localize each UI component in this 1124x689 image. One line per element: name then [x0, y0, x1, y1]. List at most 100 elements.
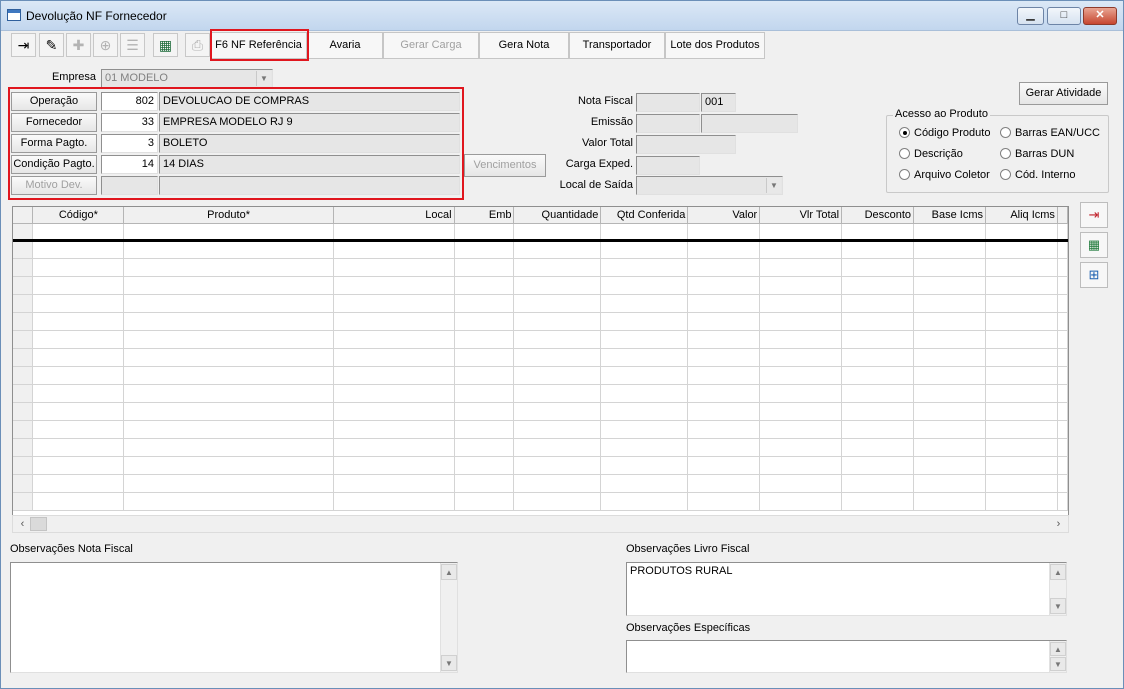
scroll-right-icon[interactable]: › [1050, 516, 1067, 532]
grid-cell[interactable] [454, 384, 515, 403]
radio-descricao[interactable]: Descrição [899, 148, 963, 160]
carga-exped-field[interactable] [636, 156, 700, 175]
grid-cell[interactable] [841, 312, 915, 331]
grid-cell[interactable] [32, 240, 125, 259]
grid-cell[interactable] [600, 438, 689, 457]
grid-cell[interactable] [759, 420, 843, 439]
grid-cell[interactable] [333, 294, 455, 313]
motivo-dev-code-field[interactable] [101, 176, 158, 195]
grid-cell[interactable] [841, 330, 915, 349]
vertical-scrollbar[interactable]: ▲ ▼ [1049, 641, 1066, 672]
radio-barras-ean[interactable]: Barras EAN/UCC [1000, 127, 1100, 139]
nota-fiscal-serie-field[interactable]: 001 [701, 93, 736, 112]
grid-cell[interactable] [759, 474, 843, 493]
condicao-pagto-code-field[interactable]: 14 [101, 155, 158, 174]
grid-cell[interactable] [32, 276, 125, 295]
close-button[interactable]: ✕ [1083, 7, 1117, 25]
radio-codigo-produto[interactable]: Código Produto [899, 127, 990, 139]
obs-livro-fiscal-memo[interactable]: PRODUTOS RURAL ▲ ▼ [626, 562, 1067, 616]
grid-cell[interactable] [600, 402, 689, 421]
grid-cell[interactable] [759, 402, 843, 421]
column-header[interactable]: Local [333, 207, 455, 224]
grid-cell[interactable] [687, 456, 761, 475]
grid-cell[interactable] [841, 348, 915, 367]
grid-cell[interactable] [1057, 312, 1068, 331]
grid-cell[interactable] [1057, 276, 1068, 295]
grid-cell[interactable] [913, 402, 987, 421]
row-indicator[interactable] [13, 492, 34, 511]
column-header[interactable]: Valor [687, 207, 761, 224]
grid-cell[interactable] [841, 456, 915, 475]
grid-cell[interactable] [600, 492, 689, 511]
grid-cell[interactable] [600, 258, 689, 277]
grid-cell[interactable] [32, 223, 125, 242]
grid-cell[interactable] [687, 438, 761, 457]
grid-cell[interactable] [454, 402, 515, 421]
row-indicator[interactable] [13, 258, 34, 277]
grid-cell[interactable] [333, 474, 455, 493]
grid-cell[interactable] [841, 240, 915, 259]
grid-cell[interactable] [600, 384, 689, 403]
grid-cell[interactable] [32, 474, 125, 493]
eraser-icon[interactable]: ✎ [39, 33, 64, 57]
grid-cell[interactable] [333, 456, 455, 475]
grid-cell[interactable] [759, 312, 843, 331]
row-indicator[interactable] [13, 456, 34, 475]
grid-cell[interactable] [123, 348, 334, 367]
items-grid[interactable]: Código* Produto* Local Emb Quantidade Qt… [12, 206, 1069, 533]
grid-cell[interactable] [759, 438, 843, 457]
grid-cell[interactable] [123, 276, 334, 295]
grid-cell[interactable] [759, 258, 843, 277]
grid-cell[interactable] [600, 348, 689, 367]
grid-cell[interactable] [600, 420, 689, 439]
grid-cell[interactable] [1057, 456, 1068, 475]
grid-cell[interactable] [454, 276, 515, 295]
table-row[interactable] [13, 258, 1068, 277]
table-row[interactable] [13, 420, 1068, 439]
grid-cell[interactable] [513, 330, 602, 349]
grid-cell[interactable] [913, 294, 987, 313]
grid-cell[interactable] [123, 384, 334, 403]
grid-cell[interactable] [333, 330, 455, 349]
grid-cell[interactable] [1057, 474, 1068, 493]
grid-cell[interactable] [687, 330, 761, 349]
grid-cell[interactable] [841, 402, 915, 421]
grid-cell[interactable] [759, 366, 843, 385]
grid-cell[interactable] [600, 240, 689, 259]
grid-cell[interactable] [759, 294, 843, 313]
grid-cell[interactable] [333, 312, 455, 331]
grid-cell[interactable] [123, 420, 334, 439]
grid-cell[interactable] [454, 258, 515, 277]
grid-cell[interactable] [513, 294, 602, 313]
scroll-left-icon[interactable]: ‹ [14, 516, 31, 532]
row-indicator[interactable] [13, 330, 34, 349]
grid-cell[interactable] [454, 240, 515, 259]
grid-cell[interactable] [841, 366, 915, 385]
fornecedor-code-field[interactable]: 33 [101, 113, 158, 132]
emissao-time-field[interactable] [701, 114, 798, 133]
scroll-thumb[interactable] [30, 517, 47, 531]
scroll-up-icon[interactable]: ▲ [1050, 642, 1066, 656]
grid-cell[interactable] [600, 294, 689, 313]
grid-cell[interactable] [1057, 492, 1068, 511]
grid-cell[interactable] [513, 402, 602, 421]
grid-cell[interactable] [841, 384, 915, 403]
grid-cell[interactable] [513, 384, 602, 403]
grid-cell[interactable] [985, 312, 1058, 331]
row-indicator[interactable] [13, 294, 34, 313]
grid-cell[interactable] [759, 384, 843, 403]
grid-cell[interactable] [32, 492, 125, 511]
grid-cell[interactable] [687, 312, 761, 331]
grid-cell[interactable] [454, 456, 515, 475]
grid-cell[interactable] [333, 438, 455, 457]
obs-especificas-memo[interactable]: ▲ ▼ [626, 640, 1067, 673]
grid-cell[interactable] [1057, 438, 1068, 457]
fornecedor-button[interactable]: Fornecedor [11, 113, 97, 132]
row-indicator[interactable] [13, 474, 34, 493]
grid-cell[interactable] [1057, 223, 1068, 242]
grid-cell[interactable] [759, 223, 843, 242]
grid-cell[interactable] [759, 240, 843, 259]
grid-cell[interactable] [333, 348, 455, 367]
grid-add-icon[interactable]: ▦ [1080, 232, 1108, 258]
table-row[interactable] [13, 492, 1068, 511]
